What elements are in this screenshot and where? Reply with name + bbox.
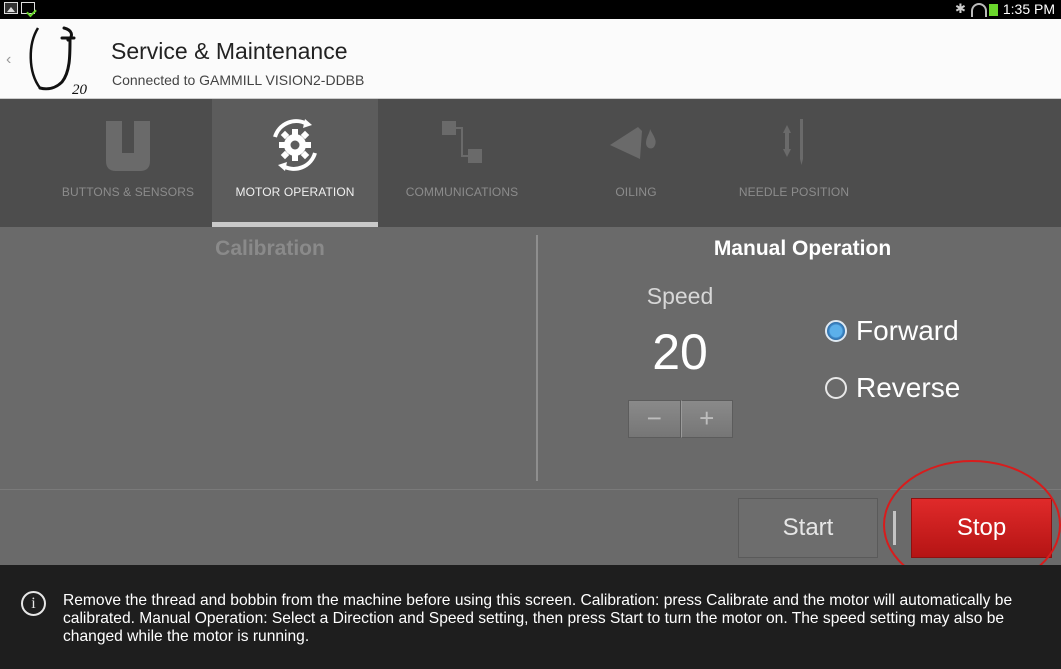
tab-oiling[interactable]: OILING: [556, 99, 716, 227]
speed-decrease-button[interactable]: −: [628, 400, 681, 438]
tab-motor-operation[interactable]: MOTOR OPERATION: [212, 99, 378, 227]
info-text: Remove the thread and bobbin from the ma…: [63, 592, 1013, 645]
forward-label: Forward: [856, 315, 959, 346]
tab-label: MOTOR OPERATION: [235, 185, 355, 199]
panel-divider: [536, 235, 538, 481]
speed-value: 20: [652, 324, 708, 380]
oiling-icon: [610, 127, 656, 159]
tab-label: NEEDLE POSITION: [738, 185, 850, 199]
wifi-icon: [970, 3, 987, 17]
start-button[interactable]: Start: [738, 498, 878, 558]
tab-communications[interactable]: COMMUNICATIONS: [382, 99, 542, 227]
app-logo[interactable]: 20: [26, 22, 96, 96]
speed-label: Speed: [646, 283, 714, 309]
direction-reverse-option[interactable]: Reverse: [825, 372, 960, 404]
info-footer: i Remove the thread and bobbin from the …: [0, 565, 1061, 669]
tab-label: COMMUNICATIONS: [405, 185, 519, 199]
reverse-label: Reverse: [856, 372, 961, 403]
main-panel: Calibration Manual Operation Speed 20 − …: [0, 227, 1061, 489]
speed-stepper: − +: [628, 400, 733, 438]
buttons-sensors-icon: [106, 121, 150, 171]
tab-needle-position[interactable]: NEEDLE POSITION: [716, 99, 872, 227]
screen: ✱ 1:35 PM ‹ 20 Service & Maintenance Con…: [0, 0, 1061, 669]
calibration-title: Calibration: [215, 237, 325, 260]
tab-label: OILING: [615, 185, 657, 199]
back-chevron-icon[interactable]: ‹: [6, 51, 11, 69]
connection-status: Connected to GAMMILL VISION2-DDBB: [112, 72, 365, 88]
tab-label: BUTTONS & SENSORS: [61, 185, 195, 199]
reverse-radio[interactable]: [825, 377, 847, 399]
download-icon: [21, 2, 35, 14]
communications-icon: [442, 121, 482, 163]
page-title: Service & Maintenance: [111, 38, 348, 64]
speed-increase-button[interactable]: +: [680, 400, 733, 438]
info-icon: i: [21, 591, 46, 616]
forward-radio[interactable]: [825, 320, 847, 342]
battery-icon: [988, 4, 998, 16]
logo-number: 20: [72, 82, 88, 96]
tab-buttons-sensors[interactable]: BUTTONS & SENSORS: [48, 99, 208, 227]
manual-operation-title: Manual Operation: [713, 237, 892, 260]
status-time: 1:35 PM: [1002, 1, 1055, 17]
tab-bar: BUTTONS & SENSORS MOTOR OPERATION COMMUN…: [0, 99, 1061, 227]
motor-gear-icon: [273, 119, 317, 171]
gallery-icon: [4, 2, 18, 14]
status-bar: ✱ 1:35 PM: [0, 0, 1061, 19]
direction-forward-option[interactable]: Forward: [825, 315, 959, 347]
bluetooth-icon: ✱: [954, 1, 966, 16]
needle-position-icon: [783, 119, 803, 165]
app-header: ‹ 20 Service & Maintenance Connected to …: [0, 19, 1061, 99]
